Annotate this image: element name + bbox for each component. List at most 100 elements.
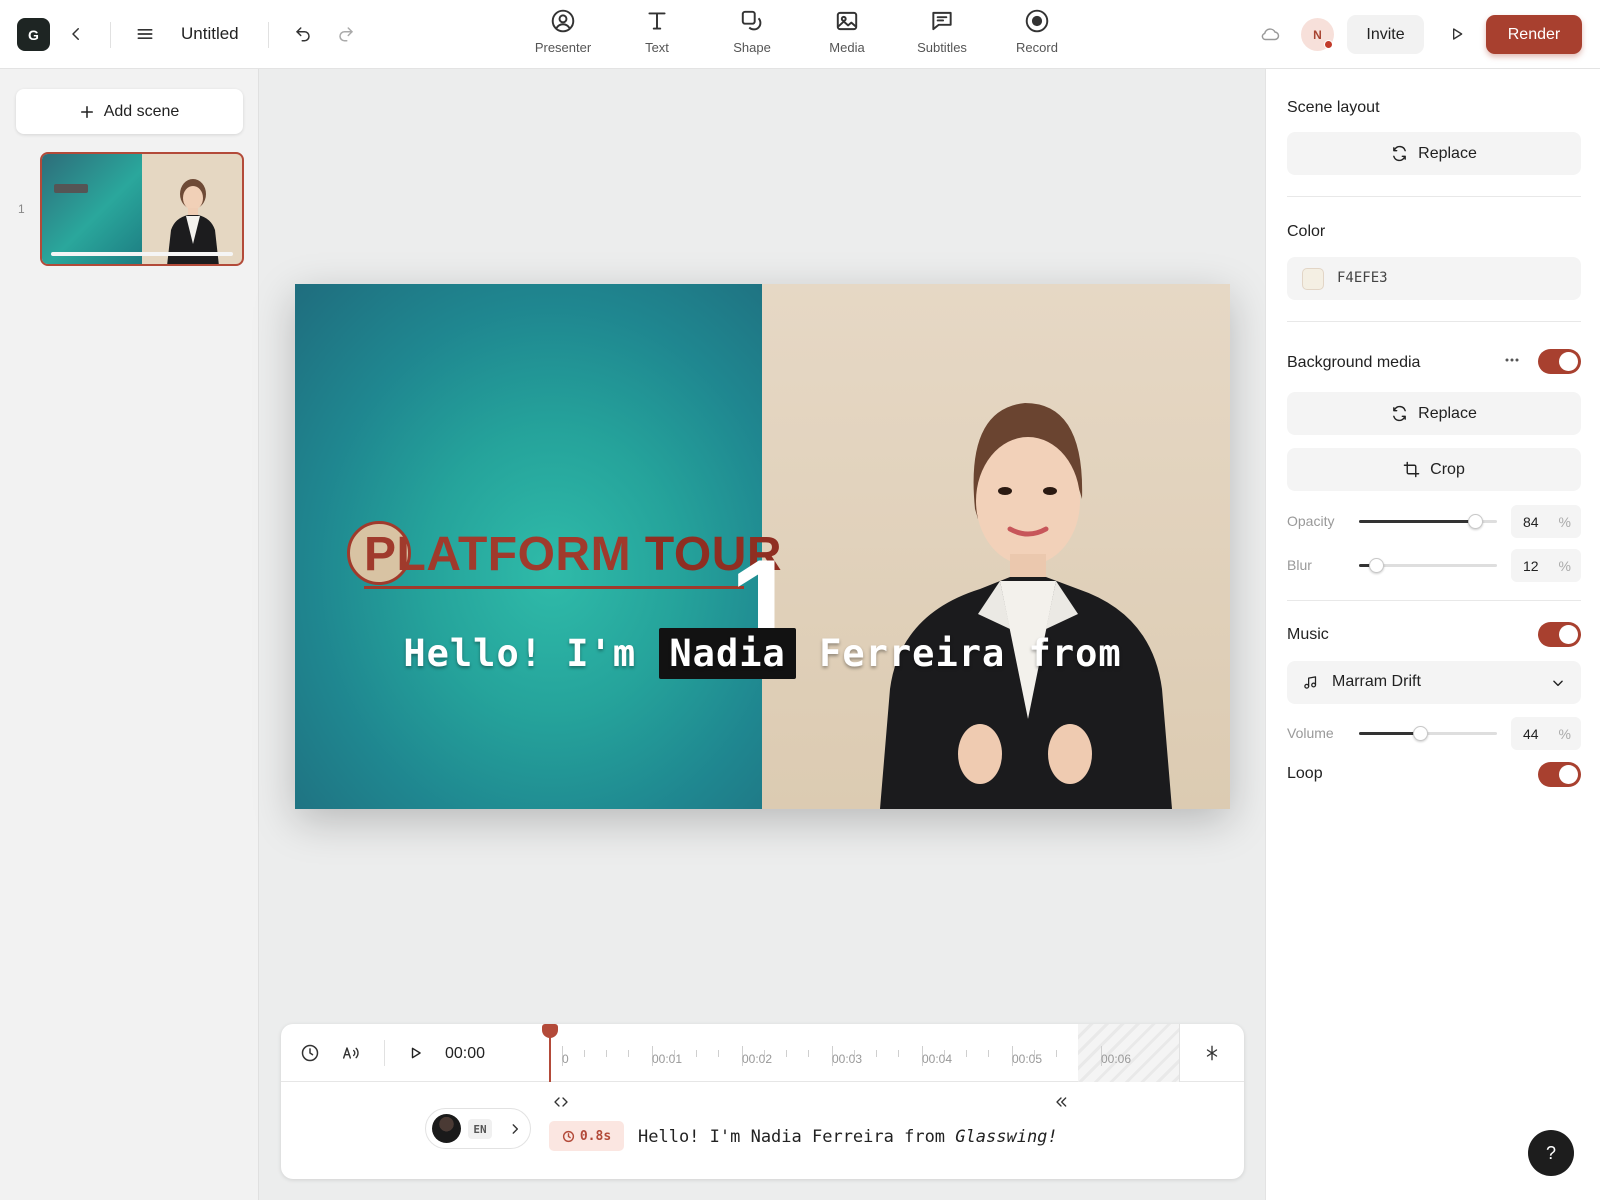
opacity-value: 84 [1523,514,1539,530]
tool-text[interactable]: Text [617,8,697,55]
tick-label: 00:03 [832,1052,863,1066]
blur-unit: % [1558,558,1571,574]
tool-label: Presenter [534,40,592,55]
loop-label: Loop [1287,765,1323,782]
volume-input[interactable]: 44 % [1511,717,1581,750]
back-icon[interactable] [62,20,90,48]
language-selector[interactable]: EN [425,1108,531,1149]
collapse-icon[interactable] [1050,1091,1072,1113]
music-title: Music [1287,626,1329,643]
opacity-slider-handle[interactable] [1467,514,1483,529]
thumbnail-progress [51,252,233,256]
tick [988,1050,989,1057]
timer-icon [562,1130,574,1142]
app-logo[interactable]: G [17,18,50,51]
blur-label: Blur [1287,557,1312,573]
menu-icon[interactable] [131,20,159,48]
thumbnail-background [42,154,142,264]
opacity-slider[interactable] [1359,514,1497,529]
redo-icon[interactable] [332,20,360,48]
tick [584,1050,585,1057]
more-options-icon[interactable] [1498,346,1526,374]
tool-presenter[interactable]: Presenter [523,8,603,55]
crop-label: Crop [1430,460,1465,478]
image-icon [836,11,858,31]
tick [1056,1050,1057,1057]
code-icon[interactable] [550,1091,572,1113]
color-hex-value: F4EFE3 [1337,270,1388,286]
color-field[interactable]: F4EFE3 [1287,257,1581,300]
plus-icon [80,105,93,118]
tick [854,1050,855,1057]
render-button[interactable]: Render [1486,15,1582,54]
layout-replace-button[interactable]: Replace [1287,132,1581,175]
shape-icon [741,10,762,31]
blur-value: 12 [1523,558,1539,574]
timeline-divider [1179,1024,1180,1082]
scenes-panel: Add scene 1 [0,69,259,1200]
tool-shape[interactable]: Shape [712,8,792,55]
presenter-figure[interactable] [860,389,1180,809]
user-circle-icon [551,9,575,33]
opacity-input[interactable]: 84 % [1511,505,1581,538]
section-divider [1287,321,1581,322]
tool-record[interactable]: Record [997,8,1077,55]
background-media-toggle[interactable] [1538,349,1581,374]
user-avatar[interactable]: N [1301,18,1334,51]
tool-subtitles[interactable]: Subtitles [902,8,982,55]
volume-slider[interactable] [1359,726,1497,741]
crop-icon [1403,461,1420,478]
script-editor[interactable]: Hello! I'm Nadia Ferreira from Glasswing… [638,1127,1058,1147]
subtitle-before: Hello! I'm [403,632,637,675]
tick [606,1050,607,1057]
split-icon[interactable] [1198,1039,1226,1067]
blur-slider-handle[interactable] [1368,558,1384,573]
crop-button[interactable]: Crop [1287,448,1581,491]
subtitle-overlay[interactable]: Hello! I'm Nadia Ferreira from [295,628,1230,679]
voice-icon[interactable] [338,1039,366,1067]
tool-label: Subtitles [917,40,967,55]
play-icon[interactable] [402,1039,430,1067]
add-scene-label: Add scene [103,102,180,120]
clock-icon[interactable] [296,1039,324,1067]
volume-label: Volume [1287,725,1334,741]
color-swatch[interactable] [1302,268,1324,290]
blur-slider[interactable] [1359,558,1497,573]
chevron-down-icon [1553,680,1563,687]
tick [674,1050,675,1057]
scene-thumbnail[interactable] [40,152,244,266]
help-button[interactable]: ? [1528,1130,1574,1176]
tick-label: 00:02 [742,1052,773,1066]
volume-value: 44 [1523,726,1539,742]
volume-slider-fill [1359,732,1420,735]
media-replace-button[interactable]: Replace [1287,392,1581,435]
replace-label: Replace [1418,404,1477,422]
tool-label: Text [645,40,669,55]
tick-label: 00:04 [922,1052,953,1066]
subtitle-highlight-word: Nadia [659,628,796,679]
scene-canvas[interactable]: PLATFORM TOUR 1 Hello! I'm Nadia Ferreir… [295,284,1230,809]
music-toggle[interactable] [1538,622,1581,647]
color-title: Color [1287,223,1326,240]
music-track-select[interactable]: Marram Drift [1287,661,1581,704]
invite-button[interactable]: Invite [1347,15,1424,54]
pause-duration-badge[interactable]: 0.8s [549,1121,624,1151]
scene-title[interactable]: PLATFORM TOUR [364,527,782,582]
timeline-ruler[interactable]: 0 00:01 00:02 00:03 00:04 00:05 [549,1024,1077,1082]
preview-play-icon[interactable] [1443,20,1471,48]
thumbnail-title-bar [54,184,88,193]
document-title[interactable]: Untitled [181,24,239,44]
pause-duration: 0.8s [579,1128,612,1144]
volume-slider-handle[interactable] [1412,726,1428,741]
title-underline [364,586,744,589]
tool-label: Record [1016,40,1058,55]
loop-toggle[interactable] [1538,762,1581,787]
undo-icon[interactable] [289,20,317,48]
opacity-unit: % [1558,514,1571,530]
current-time: 00:00 [445,1045,486,1062]
blur-input[interactable]: 12 % [1511,549,1581,582]
tick [628,1050,629,1057]
tool-media[interactable]: Media [807,8,887,55]
playhead[interactable] [549,1032,551,1082]
add-scene-button[interactable]: Add scene [16,89,243,134]
